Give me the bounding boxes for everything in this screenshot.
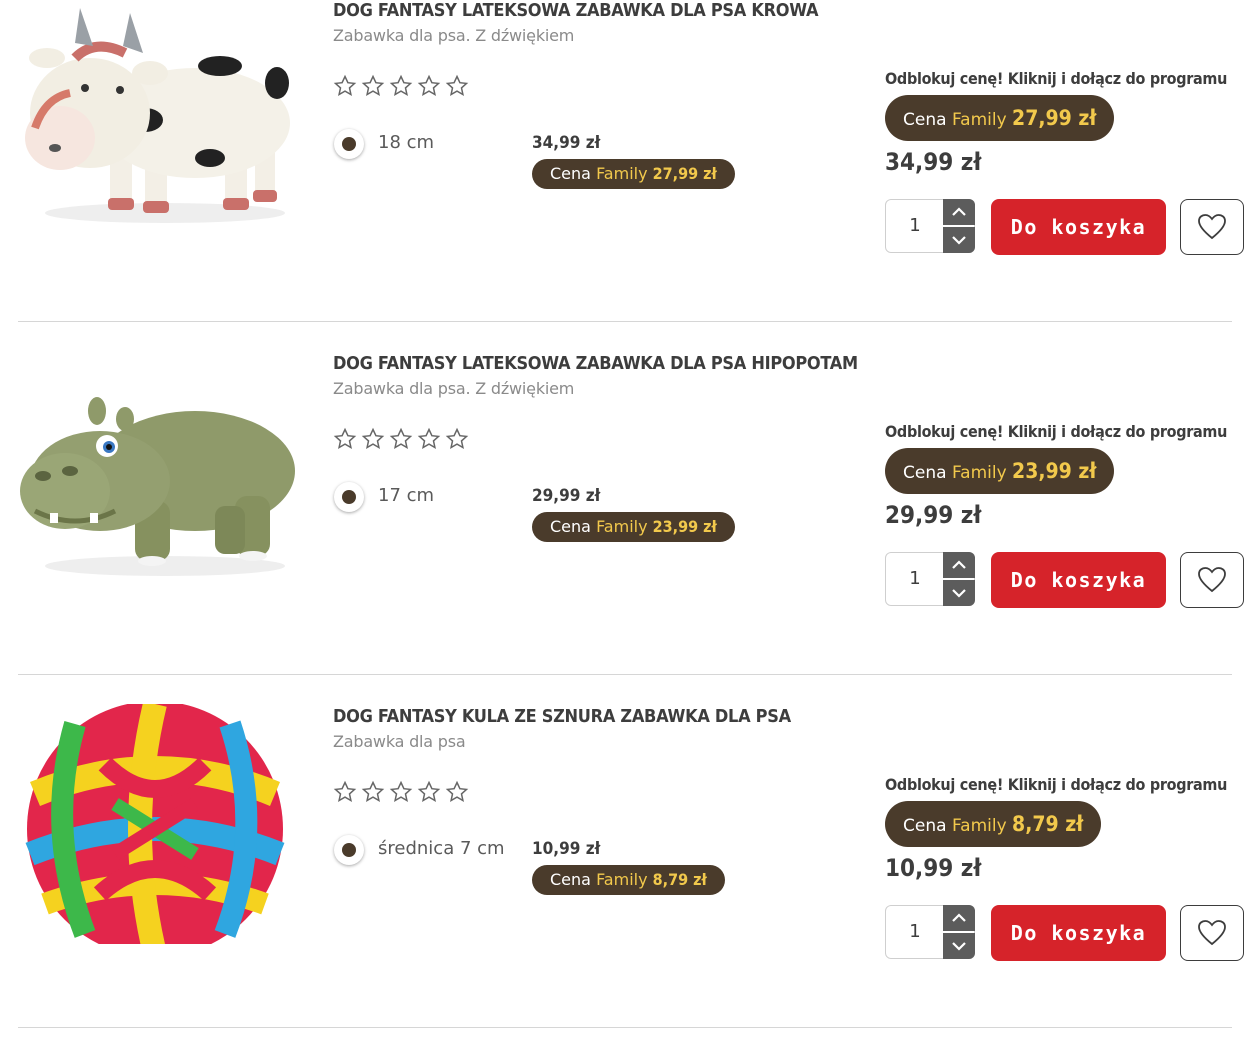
star-outline-icon [445, 74, 469, 96]
family-price: 27,99 zł [1012, 106, 1097, 130]
star-outline-icon [389, 427, 413, 449]
family-promo-link[interactable]: Odblokuj cenę! Kliknij i dołącz do progr… [885, 775, 1227, 794]
star-outline-icon [361, 780, 385, 802]
product-image-cow[interactable] [15, 8, 295, 248]
quantity-decrease-button[interactable] [943, 580, 975, 606]
quantity-decrease-button[interactable] [943, 933, 975, 959]
star-outline-icon [445, 427, 469, 449]
variant-price: 29,99 zł [532, 486, 601, 506]
quantity-input[interactable]: 1 [886, 906, 944, 958]
heart-icon [1198, 920, 1226, 946]
variant-radio[interactable] [334, 129, 364, 159]
quantity-stepper[interactable]: 1 [885, 905, 975, 959]
star-outline-icon [333, 74, 357, 96]
star-outline-icon [389, 780, 413, 802]
rating-stars[interactable] [333, 780, 469, 804]
family-label-word: Family [596, 870, 648, 889]
product-card: DOG FANTASY LATEKSOWA ZABAWKA DLA PSA KR… [0, 0, 1250, 321]
family-price-badge[interactable]: Cena Family 23,99 zł [885, 448, 1115, 494]
chevron-up-icon [952, 560, 966, 569]
family-label-word: Family [951, 463, 1007, 483]
star-outline-icon [389, 74, 413, 96]
variant-family-price-badge: Cena Family 8,79 zł [532, 865, 725, 895]
regular-price: 34,99 zł [885, 148, 982, 176]
chevron-up-icon [952, 913, 966, 922]
add-to-favorites-button[interactable] [1180, 905, 1244, 961]
rating-stars[interactable] [333, 427, 469, 451]
family-price: 27,99 zł [652, 164, 717, 183]
quantity-increase-button[interactable] [943, 199, 975, 225]
product-title[interactable]: DOG FANTASY LATEKSOWA ZABAWKA DLA PSA HI… [333, 353, 858, 374]
product-card: DOG FANTASY LATEKSOWA ZABAWKA DLA PSA HI… [0, 321, 1250, 674]
star-outline-icon [333, 780, 357, 802]
star-outline-icon [417, 427, 441, 449]
star-outline-icon [417, 74, 441, 96]
family-price-badge[interactable]: Cena Family 27,99 zł [885, 95, 1115, 141]
family-promo-link[interactable]: Odblokuj cenę! Kliknij i dołącz do progr… [885, 422, 1227, 441]
variant-price: 10,99 zł [532, 839, 601, 859]
chevron-up-icon [952, 207, 966, 216]
product-title[interactable]: DOG FANTASY LATEKSOWA ZABAWKA DLA PSA KR… [333, 0, 819, 21]
family-price: 23,99 zł [1012, 459, 1097, 483]
add-to-cart-button[interactable]: Do koszyka [991, 199, 1166, 255]
chevron-down-icon [952, 942, 966, 951]
product-card: DOG FANTASY KULA ZE SZNURA ZABAWKA DLA P… [0, 674, 1250, 1027]
product-image-rope-ball[interactable] [15, 701, 295, 957]
chevron-down-icon [952, 236, 966, 245]
product-divider [18, 1027, 1232, 1028]
family-label-prefix: Cena [550, 164, 591, 183]
star-outline-icon [333, 427, 357, 449]
family-label-prefix: Cena [550, 517, 591, 536]
product-subtitle: Zabawka dla psa [333, 732, 466, 751]
variant-family-price-badge: Cena Family 27,99 zł [532, 159, 735, 189]
star-outline-icon [361, 74, 385, 96]
quantity-stepper[interactable]: 1 [885, 199, 975, 253]
quantity-increase-button[interactable] [943, 552, 975, 578]
add-to-cart-button[interactable]: Do koszyka [991, 905, 1166, 961]
add-to-favorites-button[interactable] [1180, 552, 1244, 608]
product-title[interactable]: DOG FANTASY KULA ZE SZNURA ZABAWKA DLA P… [333, 706, 791, 727]
family-price-badge[interactable]: Cena Family 8,79 zł [885, 801, 1102, 847]
family-label-prefix: Cena [903, 816, 947, 836]
variant-price: 34,99 zł [532, 133, 601, 153]
family-price: 23,99 zł [652, 517, 717, 536]
product-subtitle: Zabawka dla psa. Z dźwiękiem [333, 26, 575, 45]
product-subtitle: Zabawka dla psa. Z dźwiękiem [333, 379, 575, 398]
star-outline-icon [417, 780, 441, 802]
add-to-favorites-button[interactable] [1180, 199, 1244, 255]
variant-size: 18 cm [378, 132, 435, 153]
quantity-input[interactable]: 1 [886, 200, 944, 252]
product-image-hippo[interactable] [15, 371, 295, 611]
quantity-stepper[interactable]: 1 [885, 552, 975, 606]
family-promo-link[interactable]: Odblokuj cenę! Kliknij i dołącz do progr… [885, 69, 1227, 88]
regular-price: 29,99 zł [885, 501, 982, 529]
family-label-prefix: Cena [903, 463, 947, 483]
variant-size: średnica 7 cm [378, 838, 505, 859]
family-price: 8,79 zł [1012, 812, 1084, 836]
family-label-word: Family [951, 816, 1007, 836]
variant-radio[interactable] [334, 835, 364, 865]
add-to-cart-button[interactable]: Do koszyka [991, 552, 1166, 608]
regular-price: 10,99 zł [885, 854, 982, 882]
family-label-prefix: Cena [550, 870, 591, 889]
star-outline-icon [361, 427, 385, 449]
variant-radio[interactable] [334, 482, 364, 512]
chevron-down-icon [952, 589, 966, 598]
quantity-increase-button[interactable] [943, 905, 975, 931]
family-label-prefix: Cena [903, 110, 947, 130]
heart-icon [1198, 214, 1226, 240]
variant-family-price-badge: Cena Family 23,99 zł [532, 512, 735, 542]
star-outline-icon [445, 780, 469, 802]
quantity-decrease-button[interactable] [943, 227, 975, 253]
family-label-word: Family [951, 110, 1007, 130]
family-label-word: Family [596, 164, 648, 183]
heart-icon [1198, 567, 1226, 593]
rating-stars[interactable] [333, 74, 469, 98]
variant-size: 17 cm [378, 485, 435, 506]
quantity-input[interactable]: 1 [886, 553, 944, 605]
family-price: 8,79 zł [652, 870, 707, 889]
family-label-word: Family [596, 517, 648, 536]
